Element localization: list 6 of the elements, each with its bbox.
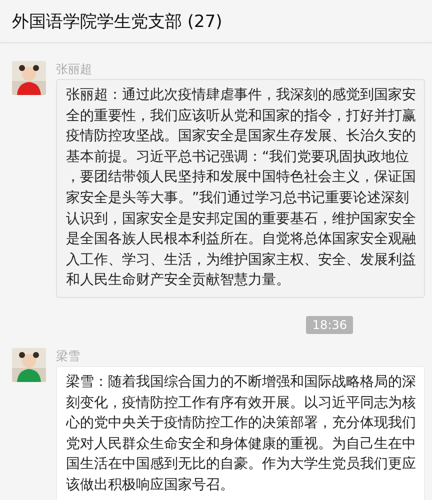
sender-name: 梁雪 [56, 348, 80, 364]
window-title: 外国语学院学生党支部 (27) [12, 10, 222, 32]
timestamp: 18:36 [306, 316, 353, 334]
message-bubble: 张丽超：通过此次疫情肆虐事件，我深刻的感觉到国家安全的重要性，我们应该听从党和国家的指令，打好并打赢疫情防控攻坚战。国家安全是国家生存发展、长治久安的基本前提。习近平总书记强调：“我们党要巩固执政地位，要团结带领人民坚持和发展中国特色社会主义，保证国家安全是头等大事。”我们通过学习总书记重要论述深刻认识到，国家安全是安邦定国的重要基石，维护国家安全是全国各族人民根本利益所在。自觉将总体国家安全观融入工作、学习、生活，为维护国家主权、安全、发展利益和人民生命财产安全贡献智慧力量。 [56, 79, 425, 298]
message-bubble: 梁雪：随着我国综合国力的不断增强和国际战略格局的深刻变化，疫情防控工作有序有效开展。以习近平同志为核心的党中央关于疫情防控工作的决策部署，充分体现我们党对人民群众生命安全和身体健康的重视。为自己生在中国生活在中国感到无比的自豪。作为大学生党员我们更应该做出积极响应国家号召。 [56, 366, 425, 500]
sender-name: 张丽超 [56, 61, 92, 77]
